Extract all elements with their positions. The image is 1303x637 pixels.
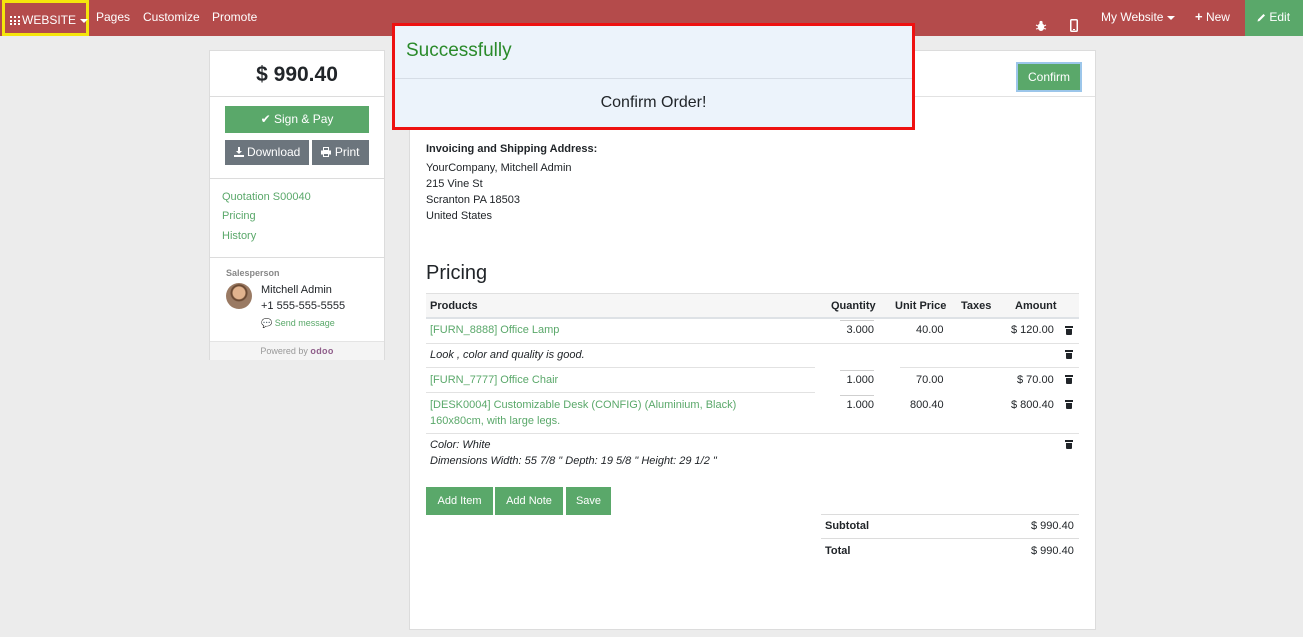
powered-by: Powered by odoo	[210, 341, 384, 360]
check-icon: ✔	[260, 112, 271, 126]
customize-menu[interactable]: Customize	[143, 0, 200, 36]
success-dialog: Successfully Confirm Order!	[392, 23, 915, 130]
print-button[interactable]: Print	[312, 140, 369, 165]
column-amount: Amount	[1015, 300, 1057, 312]
column-products: Products	[430, 300, 478, 312]
product-link[interactable]: [DESK0004] Customizable Desk (CONFIG) (A…	[430, 399, 736, 411]
sign-pay-button[interactable]: ✔ Sign & Pay	[225, 106, 369, 133]
save-button[interactable]: Save	[566, 487, 611, 515]
promote-menu[interactable]: Promote	[212, 0, 257, 36]
add-note-button[interactable]: Add Note	[495, 487, 563, 515]
product-link[interactable]: [FURN_8888] Office Lamp	[430, 324, 559, 336]
sidebar-link-history[interactable]: History	[222, 230, 256, 242]
total-amount: $ 990.40	[256, 63, 338, 86]
total-value: $ 990.40	[1031, 545, 1074, 557]
pages-menu[interactable]: Pages	[96, 0, 130, 36]
unit-price: 70.00	[916, 374, 944, 386]
chat-icon: 💬	[261, 318, 273, 328]
divider	[210, 257, 384, 258]
trash-icon[interactable]	[1065, 350, 1073, 359]
my-website-menu[interactable]: My Website	[1101, 0, 1176, 36]
edit-button[interactable]: Edit	[1245, 0, 1303, 36]
quotation-document: Confirm Invoicing and Shipping Address: …	[409, 50, 1096, 630]
divider	[210, 178, 384, 179]
product-link-continued[interactable]: 160x80cm, with large legs.	[430, 415, 560, 427]
quotation-sidebar: $ 990.40 ✔ Sign & Pay Download Print Quo…	[209, 50, 385, 360]
print-icon	[321, 147, 332, 157]
address-line: United States	[426, 210, 493, 222]
apps-grid-icon	[10, 16, 20, 25]
divider	[395, 78, 912, 79]
column-unit-price: Unit Price	[895, 300, 947, 312]
odoo-logo: odoo	[310, 346, 334, 356]
row-divider	[426, 433, 1079, 434]
unit-price: 40.00	[916, 324, 944, 336]
pencil-icon	[1257, 14, 1265, 22]
row-divider	[426, 343, 1079, 344]
plus-icon: +	[1195, 9, 1203, 24]
download-icon	[233, 147, 244, 157]
avatar	[226, 283, 252, 309]
pricing-title: Pricing	[426, 262, 488, 284]
trash-icon[interactable]	[1065, 326, 1073, 335]
address-line: Scranton PA 18503	[426, 194, 520, 206]
debug-bug-icon[interactable]	[1035, 11, 1047, 31]
address-line: YourCompany, Mitchell Admin	[426, 162, 572, 174]
totals-divider	[821, 538, 1079, 539]
download-button[interactable]: Download	[225, 140, 309, 165]
quantity-field[interactable]: 1.000	[840, 370, 874, 388]
line-note: Dimensions Width: 55 7/8 " Depth: 19 5/8…	[430, 455, 717, 467]
sidebar-link-quotation[interactable]: Quotation S00040	[222, 191, 311, 203]
product-link[interactable]: [FURN_7777] Office Chair	[430, 374, 558, 386]
column-quantity: Quantity	[831, 300, 876, 312]
caret-down-icon	[1167, 15, 1176, 20]
subtotal-label: Subtotal	[825, 520, 869, 532]
dialog-message: Confirm Order!	[600, 94, 707, 111]
line-amount: $ 800.40	[1011, 399, 1054, 411]
salesperson-phone: +1 555-555-5555	[261, 300, 346, 312]
table-header: Products Quantity Unit Price Taxes Amoun…	[426, 293, 1079, 319]
line-amount: $ 70.00	[1017, 374, 1054, 386]
line-note: Look , color and quality is good.	[430, 349, 585, 361]
dialog-title: Successfully	[406, 40, 512, 61]
address-line: 215 Vine St	[426, 178, 483, 190]
mobile-preview-icon[interactable]	[1070, 11, 1078, 32]
column-taxes: Taxes	[961, 300, 992, 312]
quantity-field[interactable]: 3.000	[840, 320, 874, 338]
row-divider	[426, 367, 815, 368]
new-button[interactable]: + New	[1195, 0, 1230, 36]
send-message-link[interactable]: 💬 Send message	[261, 318, 335, 329]
trash-icon[interactable]	[1065, 375, 1073, 384]
add-item-button[interactable]: Add Item	[426, 487, 493, 515]
quantity-field[interactable]: 1.000	[840, 395, 874, 413]
row-divider	[426, 392, 815, 393]
trash-icon[interactable]	[1065, 440, 1073, 449]
line-amount: $ 120.00	[1011, 324, 1054, 336]
total-label: Total	[825, 545, 851, 557]
unit-price: 800.40	[910, 399, 944, 411]
salesperson-label: Salesperson	[226, 268, 280, 278]
totals-divider	[821, 514, 1079, 515]
sidebar-link-pricing[interactable]: Pricing	[222, 210, 256, 222]
line-note: Color: White	[430, 439, 491, 451]
salesperson-name: Mitchell Admin	[261, 284, 332, 296]
address-title: Invoicing and Shipping Address:	[426, 143, 598, 155]
confirm-button[interactable]: Confirm	[1016, 62, 1082, 92]
caret-down-icon	[80, 18, 89, 23]
row-divider	[900, 367, 1079, 368]
subtotal-value: $ 990.40	[1031, 520, 1074, 532]
divider	[210, 96, 384, 97]
trash-icon[interactable]	[1065, 400, 1073, 409]
website-menu-button[interactable]: WEBSITE	[2, 0, 89, 36]
